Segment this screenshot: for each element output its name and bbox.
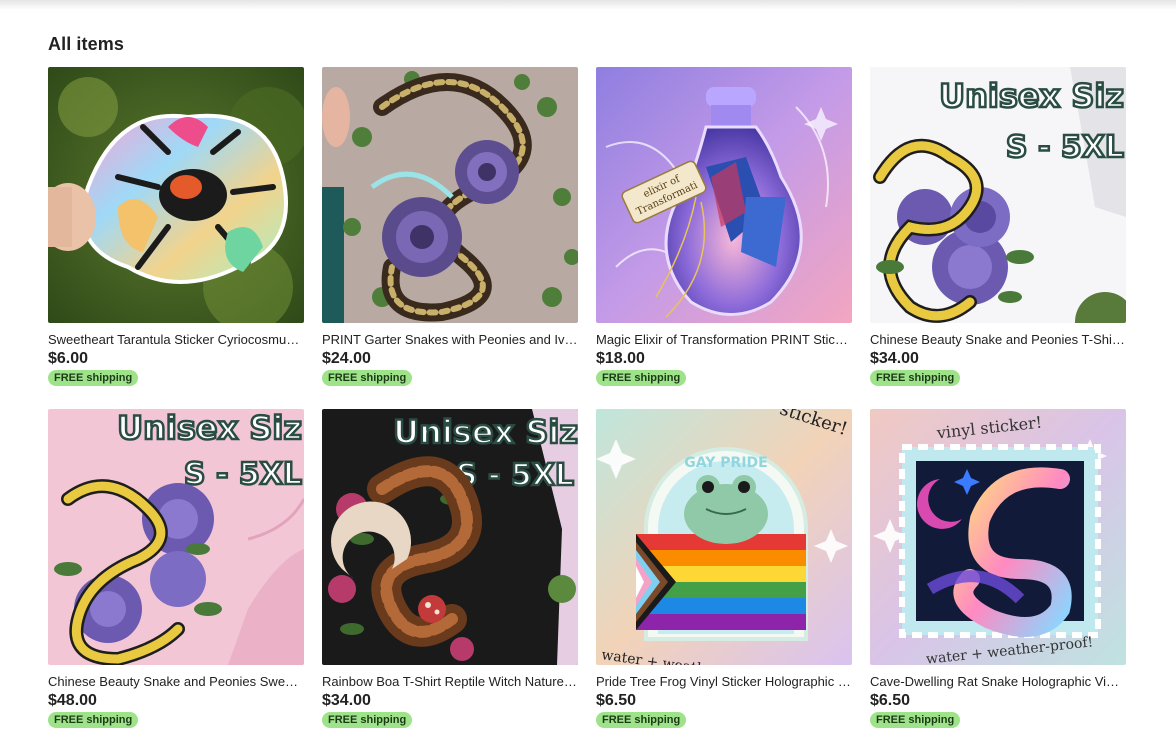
product-title[interactable]: Rainbow Boa T-Shirt Reptile Witch Nature…: [322, 674, 578, 690]
free-shipping-badge: FREE shipping: [870, 712, 961, 728]
unisex-text-line2: S - 5XL: [456, 458, 574, 493]
unisex-text-line2: S - 5XL: [1006, 130, 1124, 165]
unisex-text-line1: Unisex Siz: [393, 413, 578, 451]
free-shipping-badge: FREE shipping: [322, 370, 413, 386]
product-image-garter-snakes-print[interactable]: [322, 67, 578, 323]
product-card[interactable]: Unisex Siz S - 5XL Rainbow Boa T-Shirt R…: [322, 409, 578, 751]
product-card[interactable]: GAY PRIDE sticker! water + weathe Pride …: [596, 409, 852, 751]
unisex-text-line2: S - 5XL: [184, 457, 302, 492]
product-title[interactable]: PRINT Garter Snakes with Peonies and Ivy…: [322, 332, 578, 348]
product-image-elixir-potion-print[interactable]: elixir of Transformati: [596, 67, 852, 323]
free-shipping-badge: FREE shipping: [48, 712, 139, 728]
product-title[interactable]: Cave-Dwelling Rat Snake Holographic Viny…: [870, 674, 1126, 690]
product-card[interactable]: Unisex Siz S - 5XL Chinese Beauty Snake …: [870, 67, 1126, 409]
free-shipping-badge: FREE shipping: [322, 712, 413, 728]
product-image-rat-snake-stamp[interactable]: vinyl sticker! water + weather-proof!: [870, 409, 1126, 665]
product-image-tarantula-sticker[interactable]: [48, 67, 304, 323]
product-price: $48.00: [48, 692, 97, 709]
free-shipping-badge: FREE shipping: [596, 370, 687, 386]
product-card[interactable]: Sweetheart Tarantula Sticker Cyriocosmus…: [48, 67, 304, 409]
unisex-text-line1: Unisex Siz: [117, 409, 302, 447]
product-card[interactable]: PRINT Garter Snakes with Peonies and Ivy…: [322, 67, 578, 409]
product-price: $34.00: [870, 350, 919, 367]
product-price: $18.00: [596, 350, 645, 367]
product-card[interactable]: elixir of Transformati Magic Elixir of T…: [596, 67, 852, 409]
product-image-snake-sweatshirt-pink[interactable]: Unisex Siz S - 5XL: [48, 409, 304, 665]
product-image-pride-frog-sticker[interactable]: GAY PRIDE sticker! water + weathe: [596, 409, 852, 665]
product-price: $6.50: [596, 692, 637, 709]
product-title[interactable]: Sweetheart Tarantula Sticker Cyriocosmus…: [48, 332, 304, 348]
product-price: $34.00: [322, 692, 371, 709]
product-price: $24.00: [322, 350, 371, 367]
free-shipping-badge: FREE shipping: [48, 370, 139, 386]
product-card[interactable]: Unisex Siz S - 5XL Chinese Beauty Snake …: [48, 409, 304, 751]
header-shadow: [0, 0, 1176, 10]
product-image-rainbow-boa-tshirt[interactable]: Unisex Siz S - 5XL: [322, 409, 578, 665]
product-price: $6.00: [48, 350, 89, 367]
product-title[interactable]: Pride Tree Frog Vinyl Sticker Holographi…: [596, 674, 852, 690]
free-shipping-badge: FREE shipping: [596, 712, 687, 728]
unisex-text-line1: Unisex Siz: [939, 77, 1124, 115]
frog-top-text: GAY PRIDE: [684, 455, 767, 471]
product-price: $6.50: [870, 692, 911, 709]
product-title[interactable]: Chinese Beauty Snake and Peonies T-Shirt…: [870, 332, 1126, 348]
product-card[interactable]: vinyl sticker! water + weather-proof! Ca…: [870, 409, 1126, 751]
section-title: All items: [48, 34, 124, 54]
product-title[interactable]: Magic Elixir of Transformation PRINT Sti…: [596, 332, 852, 348]
free-shipping-badge: FREE shipping: [870, 370, 961, 386]
product-title[interactable]: Chinese Beauty Snake and Peonies Sweatsh…: [48, 674, 304, 690]
product-grid: Sweetheart Tarantula Sticker Cyriocosmus…: [48, 67, 1128, 751]
product-image-snake-tshirt-white[interactable]: Unisex Siz S - 5XL: [870, 67, 1126, 323]
